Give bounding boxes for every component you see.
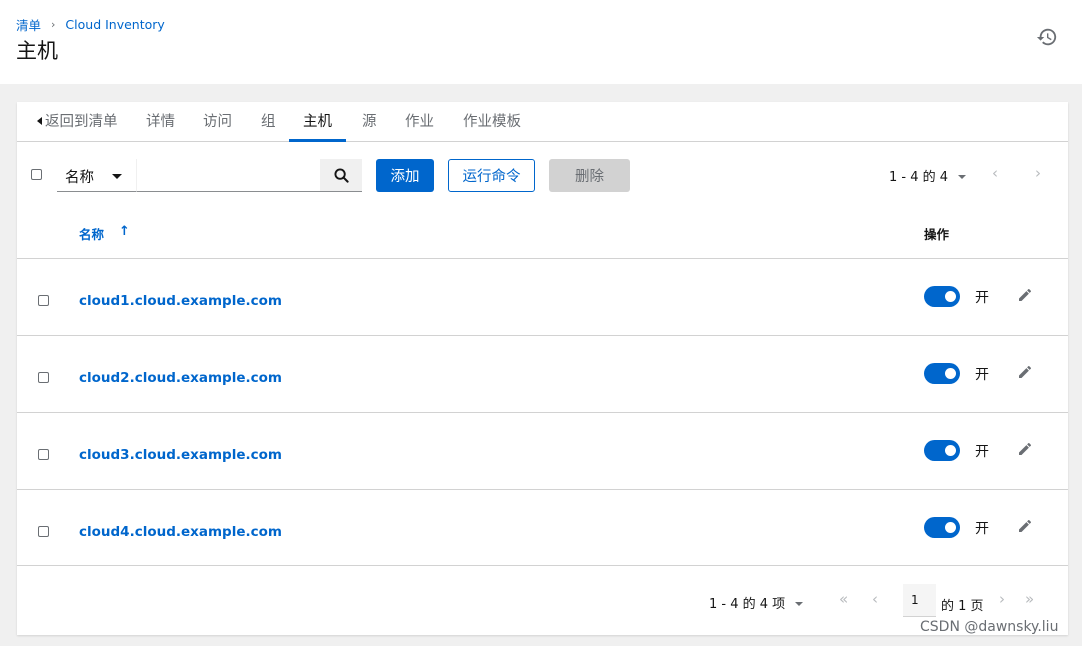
- add-button[interactable]: 添加: [376, 159, 434, 192]
- column-header-name[interactable]: 名称: [79, 224, 104, 243]
- host-name-link[interactable]: cloud1.cloud.example.com: [79, 293, 282, 309]
- row-checkbox[interactable]: [38, 295, 49, 306]
- tab-access[interactable]: 访问: [189, 106, 246, 142]
- chevron-right-icon: ›: [51, 18, 56, 31]
- first-page-icon[interactable]: «: [839, 590, 848, 608]
- tab-details[interactable]: 详情: [132, 106, 189, 142]
- watermark: CSDN @dawnsky.liu: [920, 619, 1059, 635]
- select-all-checkbox[interactable]: [31, 169, 42, 180]
- table-row: cloud1.cloud.example.com 开: [17, 258, 1068, 335]
- pencil-icon[interactable]: [1017, 287, 1033, 303]
- history-icon[interactable]: [1036, 26, 1058, 48]
- search-button[interactable]: [320, 159, 362, 192]
- tab-groups[interactable]: 组: [247, 106, 290, 142]
- caret-down-icon: [958, 175, 967, 179]
- pencil-icon[interactable]: [1017, 441, 1033, 457]
- host-name-link[interactable]: cloud4.cloud.example.com: [79, 524, 282, 540]
- toggle-label: 开: [975, 521, 989, 537]
- chevron-left-icon[interactable]: ‹: [872, 590, 878, 608]
- chevron-right-icon[interactable]: ›: [1035, 164, 1041, 182]
- filter-field-select[interactable]: 名称: [57, 159, 136, 192]
- bottom-pagination: 1 - 4 的 4 项 « ‹ 1 的 1 页 › »: [17, 565, 1068, 635]
- hosts-card: 返回到清单 详情 访问 组 主机 源 作业 作业模板 名称 添加 运行命令 删除…: [17, 102, 1068, 635]
- column-header-actions: 操作: [924, 227, 950, 242]
- toggle-knob: [945, 522, 956, 533]
- tab-label: 返回到清单: [45, 114, 118, 130]
- row-checkbox[interactable]: [38, 449, 49, 460]
- enabled-toggle[interactable]: [924, 440, 960, 461]
- toggle-label: 开: [975, 367, 989, 383]
- caret-down-icon: [112, 174, 122, 179]
- enabled-toggle[interactable]: [924, 286, 960, 307]
- breadcrumb: 清单 › Cloud Inventory: [16, 15, 165, 34]
- pagination-range: 1 - 4 的 4 项: [709, 597, 786, 612]
- current-page-input[interactable]: 1: [903, 584, 936, 617]
- enabled-toggle[interactable]: [924, 363, 960, 384]
- delete-button[interactable]: 删除: [549, 159, 630, 192]
- tab-sources[interactable]: 源: [348, 106, 391, 142]
- pencil-icon[interactable]: [1017, 518, 1033, 534]
- host-name-link[interactable]: cloud3.cloud.example.com: [79, 447, 282, 463]
- toggle-label: 开: [975, 444, 989, 460]
- chevron-right-icon[interactable]: ›: [999, 590, 1005, 608]
- tab-back-to-inventory[interactable]: 返回到清单: [23, 106, 132, 142]
- toggle-knob: [945, 368, 956, 379]
- pagination-menu-toggle[interactable]: 1 - 4 的 4: [889, 166, 967, 185]
- toggle-label: 开: [975, 290, 989, 306]
- caret-down-icon: [795, 602, 804, 606]
- caret-left-icon: [37, 117, 42, 125]
- search-input[interactable]: [136, 159, 320, 192]
- tab-jobs[interactable]: 作业: [391, 106, 448, 142]
- chevron-left-icon[interactable]: ‹: [992, 164, 998, 182]
- filter-field-label: 名称: [65, 170, 94, 186]
- last-page-icon[interactable]: »: [1025, 590, 1034, 608]
- host-name-link[interactable]: cloud2.cloud.example.com: [79, 370, 282, 386]
- breadcrumb-inventory-link[interactable]: 清单: [16, 15, 41, 34]
- run-command-button[interactable]: 运行命令: [448, 159, 535, 192]
- pagination-menu-toggle[interactable]: 1 - 4 的 4 项: [709, 593, 804, 612]
- search-icon: [333, 167, 349, 183]
- sort-ascending-icon[interactable]: ↑: [119, 224, 130, 239]
- tab-hosts[interactable]: 主机: [289, 106, 346, 142]
- row-checkbox[interactable]: [38, 372, 49, 383]
- pagination-range: 1 - 4 的 4: [889, 170, 949, 185]
- page-count: 的 1 页: [941, 599, 984, 614]
- table-row: cloud2.cloud.example.com 开: [17, 335, 1068, 412]
- tab-bar: 返回到清单 详情 访问 组 主机 源 作业 作业模板: [17, 106, 1068, 142]
- row-checkbox[interactable]: [38, 526, 49, 537]
- tab-job-templates[interactable]: 作业模板: [449, 106, 535, 142]
- table-row: cloud4.cloud.example.com 开: [17, 489, 1068, 566]
- breadcrumb-cloud-inventory-link[interactable]: Cloud Inventory: [65, 17, 164, 32]
- enabled-toggle[interactable]: [924, 517, 960, 538]
- table-row: cloud3.cloud.example.com 开: [17, 412, 1068, 489]
- page-title: 主机: [16, 39, 58, 63]
- toggle-knob: [945, 445, 956, 456]
- pencil-icon[interactable]: [1017, 364, 1033, 380]
- toggle-knob: [945, 291, 956, 302]
- page-header: 清单 › Cloud Inventory 主机: [0, 0, 1082, 84]
